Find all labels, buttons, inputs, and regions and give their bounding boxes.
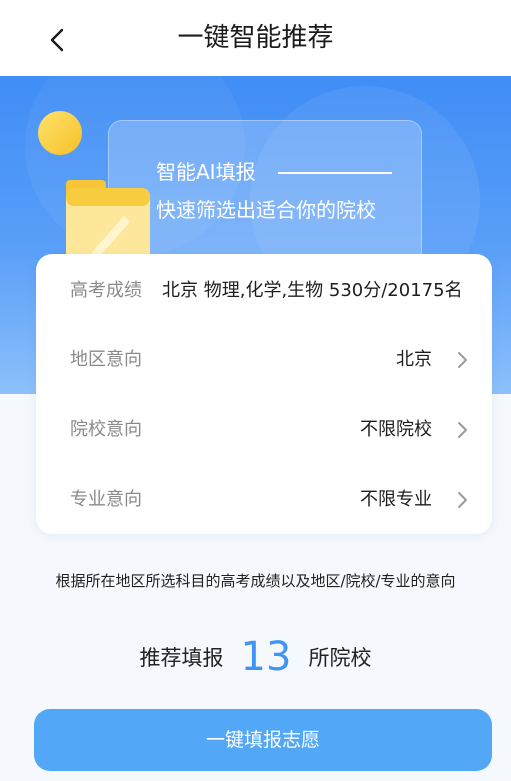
recommend-count: 13 — [240, 634, 292, 680]
score-value: 北京 物理,化学,生物 530分/20175名 — [162, 280, 463, 301]
chevron-right-icon — [456, 420, 470, 440]
page-title: 一键智能推荐 — [177, 23, 334, 53]
region-value: 北京 — [396, 349, 432, 370]
recommend-suffix: 所院校 — [308, 646, 372, 670]
recommend-prefix: 推荐填报 — [139, 646, 224, 670]
score-row: 高考成绩 北京 物理,化学,生物 530分/20175名 — [36, 266, 492, 316]
recommendation-summary: 推荐填报 13 所院校 — [0, 634, 511, 680]
chevron-right-icon — [456, 490, 470, 510]
chevron-right-icon — [456, 350, 470, 370]
description-text: 根据所在地区所选科目的高考成绩以及地区/院校/专业的意向 — [55, 572, 456, 590]
major-value: 不限专业 — [360, 489, 432, 510]
submit-button[interactable]: 一键填报志愿 — [34, 709, 492, 771]
school-row[interactable]: 院校意向 不限院校 — [36, 405, 492, 455]
score-label: 高考成绩 — [70, 280, 142, 301]
app-header: 一键智能推荐 — [0, 0, 511, 76]
preference-card: 高考成绩 北京 物理,化学,生物 530分/20175名 地区意向 北京 院校意… — [36, 254, 492, 534]
region-label: 地区意向 — [70, 349, 142, 370]
banner-divider — [278, 172, 392, 174]
banner-headline: 智能AI填报 — [156, 160, 256, 184]
sun-icon — [38, 111, 82, 155]
banner-subtitle: 快速筛选出适合你的院校 — [156, 198, 376, 222]
school-value: 不限院校 — [360, 419, 432, 440]
school-label: 院校意向 — [70, 419, 142, 440]
major-label: 专业意向 — [70, 489, 142, 510]
major-row[interactable]: 专业意向 不限专业 — [36, 475, 492, 525]
region-row[interactable]: 地区意向 北京 — [36, 335, 492, 385]
